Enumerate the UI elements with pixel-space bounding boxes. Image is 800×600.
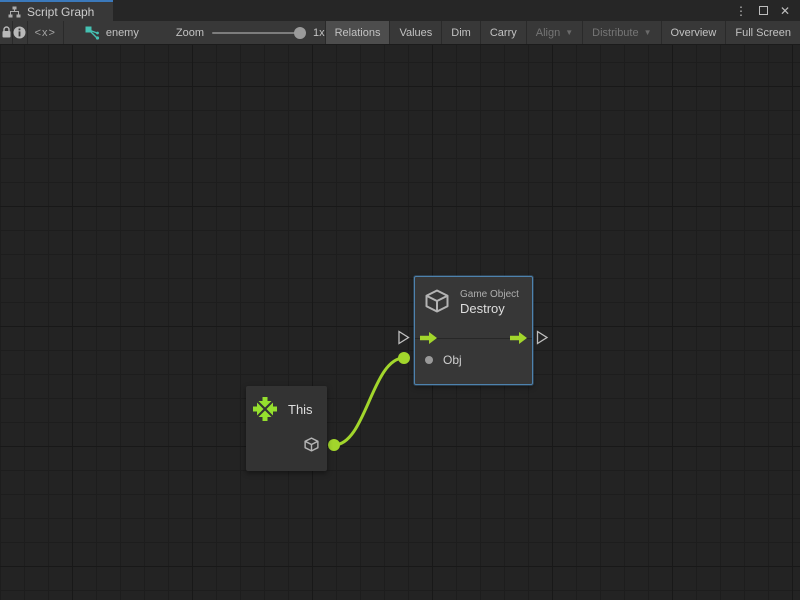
obj-port-label: Obj [443, 353, 462, 367]
graph-name-label: enemy [106, 27, 139, 39]
chevron-down-icon: ▼ [565, 29, 573, 37]
edit-script-button[interactable]: <x> [27, 21, 63, 44]
overview-button[interactable]: Overview [661, 21, 726, 44]
connection-wire[interactable] [334, 358, 404, 445]
values-label: Values [399, 27, 432, 39]
close-icon[interactable]: ✕ [776, 2, 794, 20]
distribute-button[interactable]: Distribute ▼ [582, 21, 660, 44]
lock-icon [1, 26, 12, 39]
tab-title: Script Graph [27, 5, 94, 19]
dim-label: Dim [451, 27, 471, 39]
graph-reference[interactable]: enemy [64, 21, 139, 44]
code-icon: <x> [35, 27, 56, 39]
align-button[interactable]: Align ▼ [526, 21, 582, 44]
wire-layer [0, 45, 800, 600]
overview-label: Overview [671, 27, 717, 39]
relations-button[interactable]: Relations [325, 21, 390, 44]
node-category: Game Object [460, 289, 519, 300]
align-label: Align [536, 27, 560, 39]
graph-hierarchy-icon [8, 6, 21, 18]
values-button[interactable]: Values [389, 21, 441, 44]
toolbar-buttons: Relations Values Dim Carry Align ▼ Distr… [325, 21, 800, 44]
obj-port-type-icon[interactable] [425, 356, 433, 364]
cube-icon [423, 287, 451, 315]
node-this[interactable]: This [246, 386, 327, 471]
flow-in-arrow-icon[interactable] [420, 332, 437, 344]
lock-button[interactable] [0, 21, 12, 44]
title-bar: Script Graph ⋮ ✕ [0, 0, 800, 21]
full-screen-button[interactable]: Full Screen [725, 21, 800, 44]
full-screen-label: Full Screen [735, 27, 791, 39]
dim-button[interactable]: Dim [441, 21, 480, 44]
graph-toolbar: <x> enemy Zoom 1x Relations [0, 21, 800, 45]
flow-out-arrow-icon[interactable] [510, 332, 527, 344]
flow-input-port[interactable] [399, 332, 409, 344]
graph-asset-icon [85, 26, 100, 40]
node-title: This [288, 402, 313, 417]
zoom-control: Zoom 1x [176, 21, 325, 44]
relations-label: Relations [335, 27, 381, 39]
zoom-value: 1x [313, 27, 325, 39]
distribute-label: Distribute [592, 27, 638, 39]
inspect-button[interactable] [13, 21, 27, 44]
menu-icon[interactable]: ⋮ [732, 2, 750, 20]
this-output-port[interactable] [328, 439, 340, 451]
carry-label: Carry [490, 27, 517, 39]
graph-canvas[interactable]: This Game Object [0, 45, 800, 600]
info-icon [13, 26, 26, 39]
maximize-icon[interactable] [754, 2, 772, 20]
self-arrows-icon [252, 396, 278, 422]
cube-icon [303, 436, 320, 453]
maximize-glyph [759, 6, 768, 15]
script-graph-window: Script Graph ⋮ ✕ [0, 0, 800, 600]
carry-button[interactable]: Carry [480, 21, 526, 44]
node-title: Destroy [460, 301, 505, 316]
destroy-obj-input-port[interactable] [398, 352, 410, 364]
window-controls: ⋮ ✕ [732, 0, 800, 21]
zoom-slider[interactable] [212, 32, 305, 34]
flow-output-port[interactable] [538, 332, 548, 344]
tab-script-graph[interactable]: Script Graph [0, 0, 113, 21]
node-destroy[interactable]: Game Object Destroy Obj [414, 276, 533, 385]
zoom-slider-knob[interactable] [294, 27, 306, 39]
chevron-down-icon: ▼ [644, 29, 652, 37]
zoom-label: Zoom [176, 27, 204, 39]
